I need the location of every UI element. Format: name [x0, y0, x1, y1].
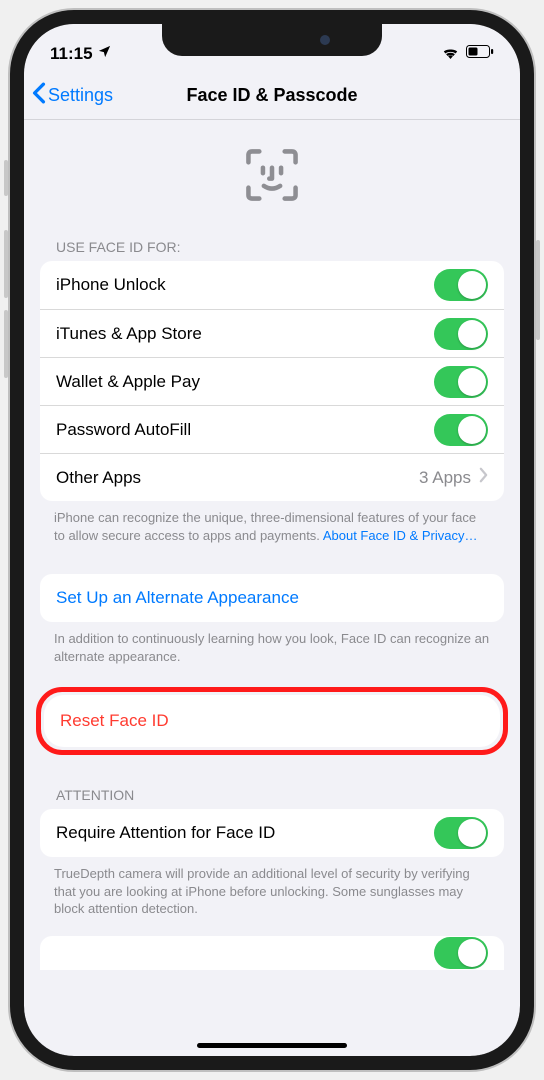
toggle-require-attention[interactable] [434, 817, 488, 849]
volume-down-button[interactable] [4, 310, 8, 378]
group-alternate-appearance: Set Up an Alternate Appearance [40, 574, 504, 622]
row-partial[interactable] [40, 936, 504, 970]
row-iphone-unlock[interactable]: iPhone Unlock [40, 261, 504, 309]
status-time: 11:15 [50, 44, 93, 64]
home-indicator[interactable] [197, 1043, 347, 1048]
row-label: Reset Face ID [60, 711, 169, 731]
side-button[interactable] [536, 240, 540, 340]
toggle-iphone-unlock[interactable] [434, 269, 488, 301]
row-label: Require Attention for Face ID [56, 823, 275, 843]
footer-use-faceid: iPhone can recognize the unique, three-d… [24, 501, 520, 548]
chevron-left-icon [32, 82, 46, 109]
row-label: Set Up an Alternate Appearance [56, 588, 299, 608]
notch [162, 24, 382, 56]
page-title: Face ID & Passcode [186, 85, 357, 106]
group-reset-faceid: Reset Face ID [44, 695, 500, 747]
section-header-use-faceid: USE FACE ID FOR: [24, 231, 520, 261]
row-label: Other Apps [56, 468, 141, 488]
row-setup-alternate-appearance[interactable]: Set Up an Alternate Appearance [40, 574, 504, 622]
nav-bar: Settings Face ID & Passcode [24, 72, 520, 120]
screen: 11:15 [24, 24, 520, 1056]
toggle-partial[interactable] [434, 937, 488, 969]
other-apps-count: 3 Apps [419, 468, 471, 488]
row-label: iTunes & App Store [56, 324, 202, 344]
row-label: Password AutoFill [56, 420, 191, 440]
location-arrow-icon [97, 44, 112, 64]
back-button[interactable]: Settings [32, 82, 113, 109]
row-password-autofill[interactable]: Password AutoFill [40, 405, 504, 453]
toggle-itunes-appstore[interactable] [434, 318, 488, 350]
iphone-frame: 11:15 [10, 10, 534, 1070]
faceid-icon [243, 146, 301, 209]
about-faceid-privacy-link[interactable]: About Face ID & Privacy… [323, 528, 478, 543]
volume-up-button[interactable] [4, 230, 8, 298]
group-use-faceid: iPhone Unlock iTunes & App Store Wallet … [40, 261, 504, 501]
footer-attention: TrueDepth camera will provide an additio… [24, 857, 520, 922]
row-label: iPhone Unlock [56, 275, 166, 295]
wifi-icon [441, 44, 460, 64]
row-reset-faceid[interactable]: Reset Face ID [44, 695, 500, 747]
highlight-annotation: Reset Face ID [36, 687, 508, 755]
toggle-password-autofill[interactable] [434, 414, 488, 446]
content-scroll[interactable]: USE FACE ID FOR: iPhone Unlock iTunes & … [24, 120, 520, 1056]
footer-alternate-appearance: In addition to continuously learning how… [24, 622, 520, 669]
mute-switch[interactable] [4, 160, 8, 196]
row-label: Wallet & Apple Pay [56, 372, 200, 392]
row-itunes-appstore[interactable]: iTunes & App Store [40, 309, 504, 357]
back-label: Settings [48, 85, 113, 106]
battery-icon [466, 44, 494, 64]
row-other-apps[interactable]: Other Apps 3 Apps [40, 453, 504, 501]
chevron-right-icon [479, 467, 488, 488]
group-attention: Require Attention for Face ID [40, 809, 504, 857]
toggle-wallet-applepay[interactable] [434, 366, 488, 398]
group-next-partial [40, 936, 504, 970]
faceid-hero [24, 120, 520, 231]
row-wallet-applepay[interactable]: Wallet & Apple Pay [40, 357, 504, 405]
section-header-attention: ATTENTION [24, 779, 520, 809]
row-require-attention[interactable]: Require Attention for Face ID [40, 809, 504, 857]
